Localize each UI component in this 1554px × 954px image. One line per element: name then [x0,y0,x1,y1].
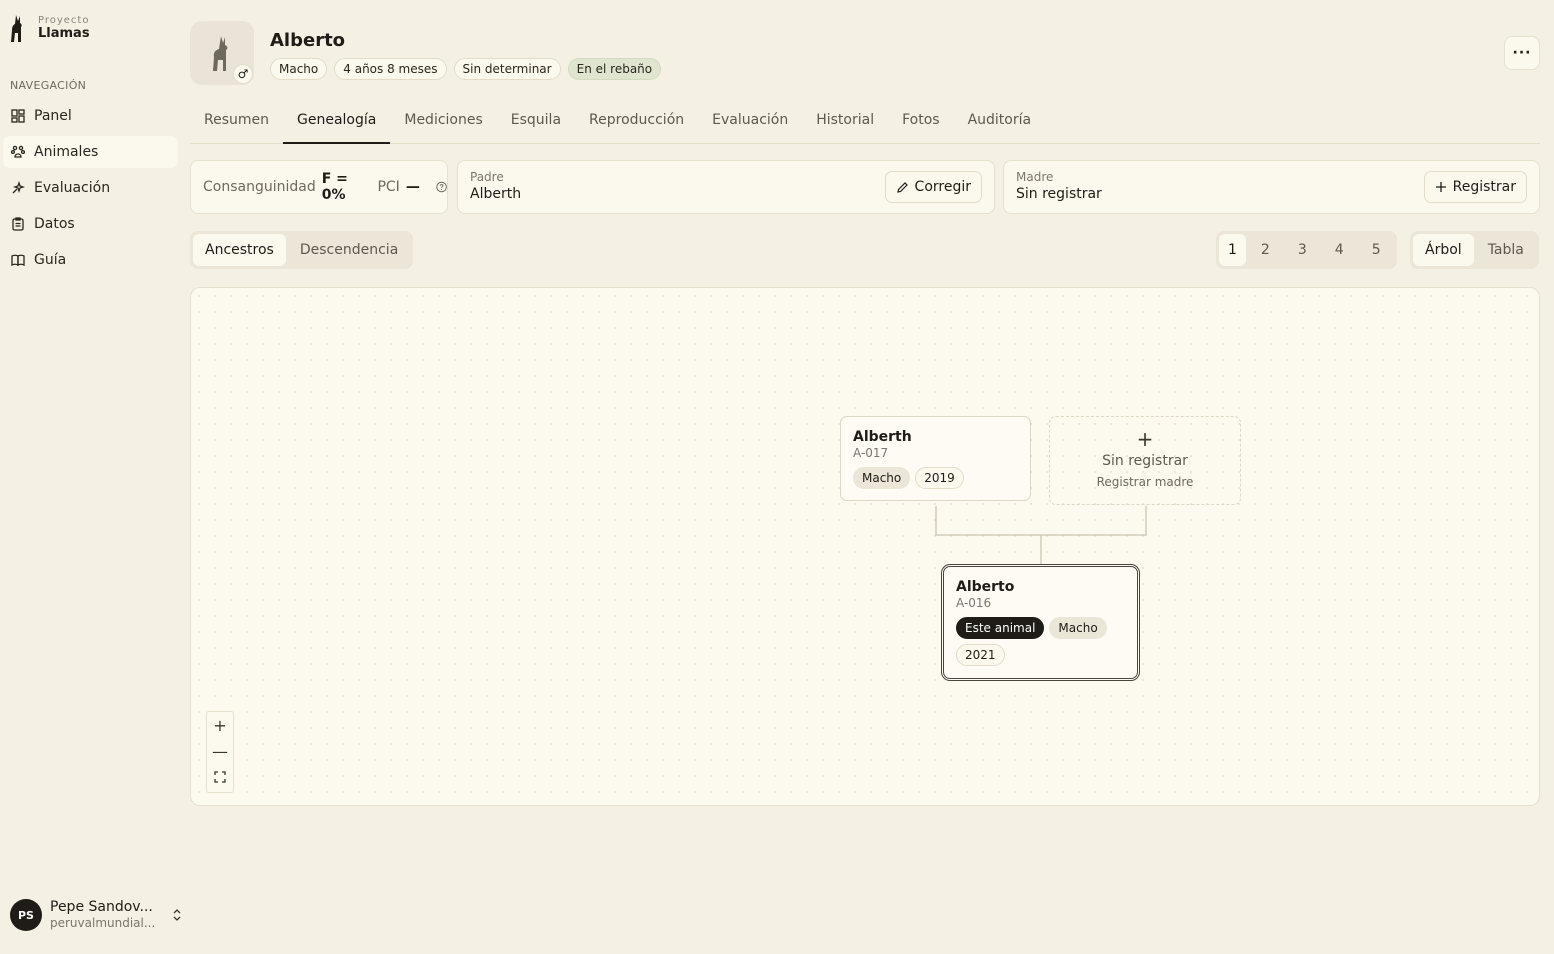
node-tag-this-animal: Este animal [956,617,1045,639]
zoom-out-button[interactable]: — [206,738,234,764]
llama-logo-icon [11,15,22,42]
node-name: Alberto [956,579,1015,595]
sidebar-item-evaluacion[interactable]: Evaluación [3,172,178,204]
father-node[interactable]: Alberth A-017 Macho 2019 [840,416,1031,501]
node-id: A-016 [956,596,992,610]
animal-chips: Macho 4 años 8 meses Sin determinar En e… [270,58,662,80]
mother-empty-node[interactable]: + Sin registrar Registrar madre [1049,416,1241,505]
chip-sex: Macho [270,58,328,80]
sidebar-item-label: Evaluación [34,180,111,196]
llama-icon [213,36,228,71]
generation-5[interactable]: 5 [1359,234,1394,266]
node-name: Alberth [853,429,912,445]
generation-1[interactable]: 1 [1219,234,1246,266]
sidebar-item-animales[interactable]: Animales [3,136,178,168]
brand-big: Llamas [38,26,90,41]
node-tag-year: 2021 [956,644,1005,666]
self-node[interactable]: Alberto A-016 Este animal Macho 2021 [941,564,1140,681]
segment-descendencia[interactable]: Descendencia [288,234,410,266]
pencil-icon [896,181,908,193]
sidebar-item-label: Panel [34,108,72,124]
user-menu[interactable]: PS Pepe Sandov... peruvalmundial... [10,899,183,931]
node-tag-sex: Macho [1049,617,1107,639]
more-options-button[interactable]: ··· [1504,36,1540,70]
tab-resumen[interactable]: Resumen [190,106,283,144]
user-name: Pepe Sandov... [50,899,153,915]
segment-ancestros[interactable]: Ancestros [193,234,286,266]
male-icon: ♂ [233,64,253,84]
pedigree-canvas[interactable]: Alberth A-017 Macho 2019 + Sin registrar… [190,287,1540,806]
pci-label: PCI [377,179,400,195]
tab-evaluacion[interactable]: Evaluación [698,106,802,144]
node-tag-year: 2019 [915,467,964,489]
book-icon [11,254,25,267]
user-email: peruvalmundial... [50,916,156,930]
brand[interactable]: Proyecto Llamas [10,13,90,43]
chevron-up-down-icon [173,909,181,921]
generation-4[interactable]: 4 [1322,234,1357,266]
plus-icon: + [1136,427,1154,451]
paw-icon [11,145,25,158]
node-id: A-017 [853,446,889,460]
sidebar-item-label: Animales [34,144,99,160]
pci-value: — [405,179,420,195]
node-tag-sex: Macho [853,467,911,489]
tab-genealogia[interactable]: Genealogía [283,106,391,144]
generation-2[interactable]: 2 [1248,234,1283,266]
sidebar-item-label: Guía [34,252,67,268]
tab-historial[interactable]: Historial [802,106,888,144]
pedigree-connectors [935,506,1147,566]
register-mother-label: Registrar [1452,179,1516,195]
sidebar-item-panel[interactable]: Panel [3,100,178,132]
empty-node-subtitle: Registrar madre [1096,475,1194,489]
chip-age: 4 años 8 meses [334,58,447,80]
consanguinity-card: Consanguinidad F = 0% PCI — [190,160,448,214]
generation-selector: 1 2 3 4 5 [1216,231,1397,269]
zoom-in-button[interactable]: + [206,712,234,738]
grid-icon [11,109,25,123]
tab-bar: Resumen Genealogía Mediciones Esquila Re… [190,106,1540,144]
sparkle-icon [12,181,25,194]
tab-mediciones[interactable]: Mediciones [390,106,496,144]
tab-auditoria[interactable]: Auditoría [954,106,1046,144]
avatar: PS [10,899,42,931]
brand-small: Proyecto [38,15,90,26]
lineage-direction-toggle: Ancestros Descendencia [190,231,414,269]
segment-arbol[interactable]: Árbol [1413,234,1474,266]
consanguinity-label: Consanguinidad [203,179,316,195]
tab-esquila[interactable]: Esquila [497,106,575,144]
sidebar-item-label: Datos [34,216,75,232]
tab-fotos[interactable]: Fotos [888,106,953,144]
register-mother-button[interactable]: Registrar [1423,171,1527,203]
father-card: Padre Alberth Corregir [457,160,995,214]
chip-undetermined: Sin determinar [453,58,561,80]
expand-icon [214,771,226,783]
clipboard-icon [12,217,24,231]
mother-card: Madre Sin registrar Registrar [1003,160,1540,214]
plus-icon [1435,182,1446,192]
fit-view-button[interactable] [206,764,234,790]
consanguinity-value: F = 0% [321,171,348,203]
status-badge: En el rebaño [567,58,662,80]
correct-father-button[interactable]: Corregir [884,171,982,203]
help-icon[interactable] [436,180,447,194]
correct-father-label: Corregir [914,179,971,195]
nav-heading: NAVEGACIÓN [10,79,87,92]
zoom-controls: + — [206,711,234,793]
sidebar-item-guia[interactable]: Guía [3,244,178,276]
generation-3[interactable]: 3 [1285,234,1320,266]
page-title: Alberto [270,30,346,51]
empty-node-title: Sin registrar [1102,453,1188,469]
nav-list: Panel Animales Evaluación Datos Guía [3,100,178,280]
segment-tabla[interactable]: Tabla [1476,234,1536,266]
sidebar-item-datos[interactable]: Datos [3,208,178,240]
tab-reproduccion[interactable]: Reproducción [575,106,698,144]
sidebar: Proyecto Llamas NAVEGACIÓN Panel Animale… [0,0,186,954]
layout-toggle: Árbol Tabla [1410,231,1539,269]
